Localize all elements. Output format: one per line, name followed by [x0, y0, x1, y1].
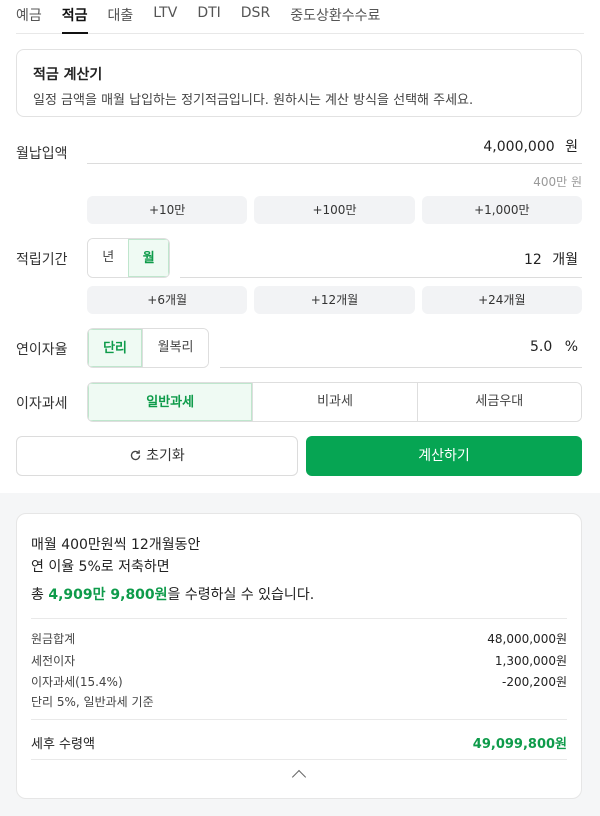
- period-value: 12: [523, 252, 542, 268]
- result-total-suffix: 을 수령하실 수 있습니다.: [167, 587, 315, 603]
- calculator-tabs: 예금 적금 대출 LTV DTI DSR 중도상환수수료: [16, 0, 584, 34]
- period-input[interactable]: 12 개월: [180, 238, 582, 278]
- reset-button[interactable]: 초기화: [16, 436, 298, 476]
- result-total-amount: 4,909만 9,800원: [48, 587, 168, 603]
- pretax-interest-value: 1,300,000원: [494, 654, 567, 668]
- add-6-months-button[interactable]: +6개월: [87, 286, 248, 314]
- savings-calculator-page: 예금 적금 대출 LTV DTI DSR 중도상환수수료 적금 계산기 일정 금…: [0, 0, 600, 816]
- refresh-icon: [130, 450, 141, 461]
- period-chips: +6개월 +12개월 +24개월: [87, 286, 582, 314]
- monthly-compound-option[interactable]: 월복리: [142, 329, 208, 367]
- net-amount-label: 세후 수령액: [31, 737, 95, 752]
- result-total-prefix: 총: [31, 587, 49, 603]
- info-title: 적금 계산기: [33, 67, 103, 83]
- rate-input[interactable]: 5.0 %: [220, 328, 582, 368]
- period-unit-toggle: 년 월: [87, 238, 170, 278]
- interest-tax-value: -200,200원: [502, 675, 567, 689]
- tab-deposit[interactable]: 예금: [16, 0, 42, 34]
- tax-type-toggle: 일반과세 비과세 세금우대: [87, 382, 582, 422]
- tab-ltv[interactable]: LTV: [153, 0, 177, 34]
- result-divider-top: [31, 618, 567, 619]
- reset-button-label: 초기화: [146, 448, 185, 464]
- monthly-amount-input[interactable]: 4,000,000 원: [87, 128, 582, 164]
- result-total-line: 총 4,909만 9,800원을 수령하실 수 있습니다.: [31, 584, 314, 604]
- result-summary-line1: 매월 400만원씩 12개월동안: [31, 537, 201, 553]
- monthly-amount-label: 월납입액: [16, 146, 68, 162]
- add-24-months-button[interactable]: +24개월: [421, 286, 582, 314]
- pretax-interest-row: 세전이자 1,300,000원: [31, 652, 567, 669]
- monthly-amount-hint: 400만 원: [533, 175, 582, 189]
- add-10m-button[interactable]: +1,000만: [421, 196, 582, 224]
- monthly-amount-unit: 원: [565, 139, 578, 155]
- period-month-option[interactable]: 월: [128, 239, 169, 277]
- info-description: 일정 금액을 매월 납입하는 정기적금입니다. 원하시는 계산 방식을 선택해 …: [33, 93, 474, 108]
- add-100k-button[interactable]: +10만: [87, 196, 248, 224]
- period-unit: 개월: [552, 252, 578, 268]
- monthly-amount-value: 4,000,000: [483, 139, 555, 155]
- principal-label: 원금합계: [31, 632, 76, 646]
- basis-note-row: 단리 5%, 일반과세 기준: [31, 693, 567, 710]
- chevron-up-icon[interactable]: [291, 769, 307, 785]
- tab-dti[interactable]: DTI: [197, 0, 220, 34]
- result-summary-line2: 연 이율 5%로 저축하면: [31, 559, 170, 575]
- add-1m-button[interactable]: +100만: [254, 196, 415, 224]
- principal-value: 48,000,000원: [487, 632, 567, 646]
- tax-exempt-option[interactable]: 비과세: [252, 383, 417, 421]
- result-divider-middle: [31, 719, 567, 720]
- calculate-button[interactable]: 계산하기: [306, 436, 582, 476]
- net-amount-value: 49,099,800원: [472, 737, 567, 752]
- monthly-amount-chips: +10만 +100만 +1,000만: [87, 196, 582, 224]
- add-12-months-button[interactable]: +12개월: [254, 286, 415, 314]
- rate-label: 연이자율: [16, 342, 68, 358]
- tab-savings[interactable]: 적금: [61, 0, 88, 34]
- interest-tax-label: 이자과세(15.4%): [31, 675, 123, 689]
- rate-value: 5.0: [529, 339, 553, 355]
- tab-loan[interactable]: 대출: [108, 0, 134, 34]
- rate-unit: %: [564, 339, 578, 355]
- tab-prepayment-fee[interactable]: 중도상환수수료: [290, 0, 380, 34]
- principal-row: 원금합계 48,000,000원: [31, 630, 567, 647]
- pretax-interest-label: 세전이자: [31, 654, 76, 668]
- info-box: 적금 계산기 일정 금액을 매월 납입하는 정기적금입니다. 원하시는 계산 방…: [16, 49, 582, 117]
- period-label: 적립기간: [16, 252, 68, 268]
- rate-type-toggle: 단리 월복리: [87, 328, 209, 368]
- simple-interest-option[interactable]: 단리: [88, 329, 143, 367]
- tax-general-option[interactable]: 일반과세: [88, 383, 253, 421]
- result-divider-bottom: [31, 759, 567, 760]
- tax-label: 이자과세: [16, 396, 68, 412]
- net-amount-row: 세후 수령액 49,099,800원: [31, 733, 567, 752]
- interest-tax-row: 이자과세(15.4%) -200,200원: [31, 673, 567, 690]
- tax-preferential-option[interactable]: 세금우대: [416, 383, 581, 421]
- basis-note: 단리 5%, 일반과세 기준: [31, 695, 154, 709]
- tab-dsr[interactable]: DSR: [241, 0, 270, 34]
- period-year-option[interactable]: 년: [88, 239, 129, 277]
- result-card: 매월 400만원씩 12개월동안 연 이율 5%로 저축하면 총 4,909만 …: [16, 513, 582, 799]
